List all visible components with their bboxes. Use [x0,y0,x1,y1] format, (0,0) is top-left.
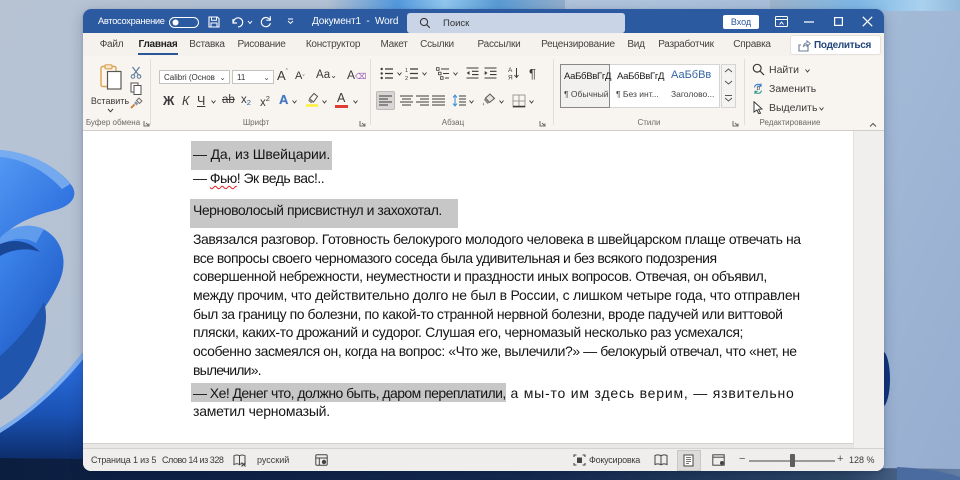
svg-text:Я: Я [508,75,513,81]
svg-text:1: 1 [405,68,408,74]
svg-text:2: 2 [405,76,408,80]
svg-text:А: А [508,67,513,74]
